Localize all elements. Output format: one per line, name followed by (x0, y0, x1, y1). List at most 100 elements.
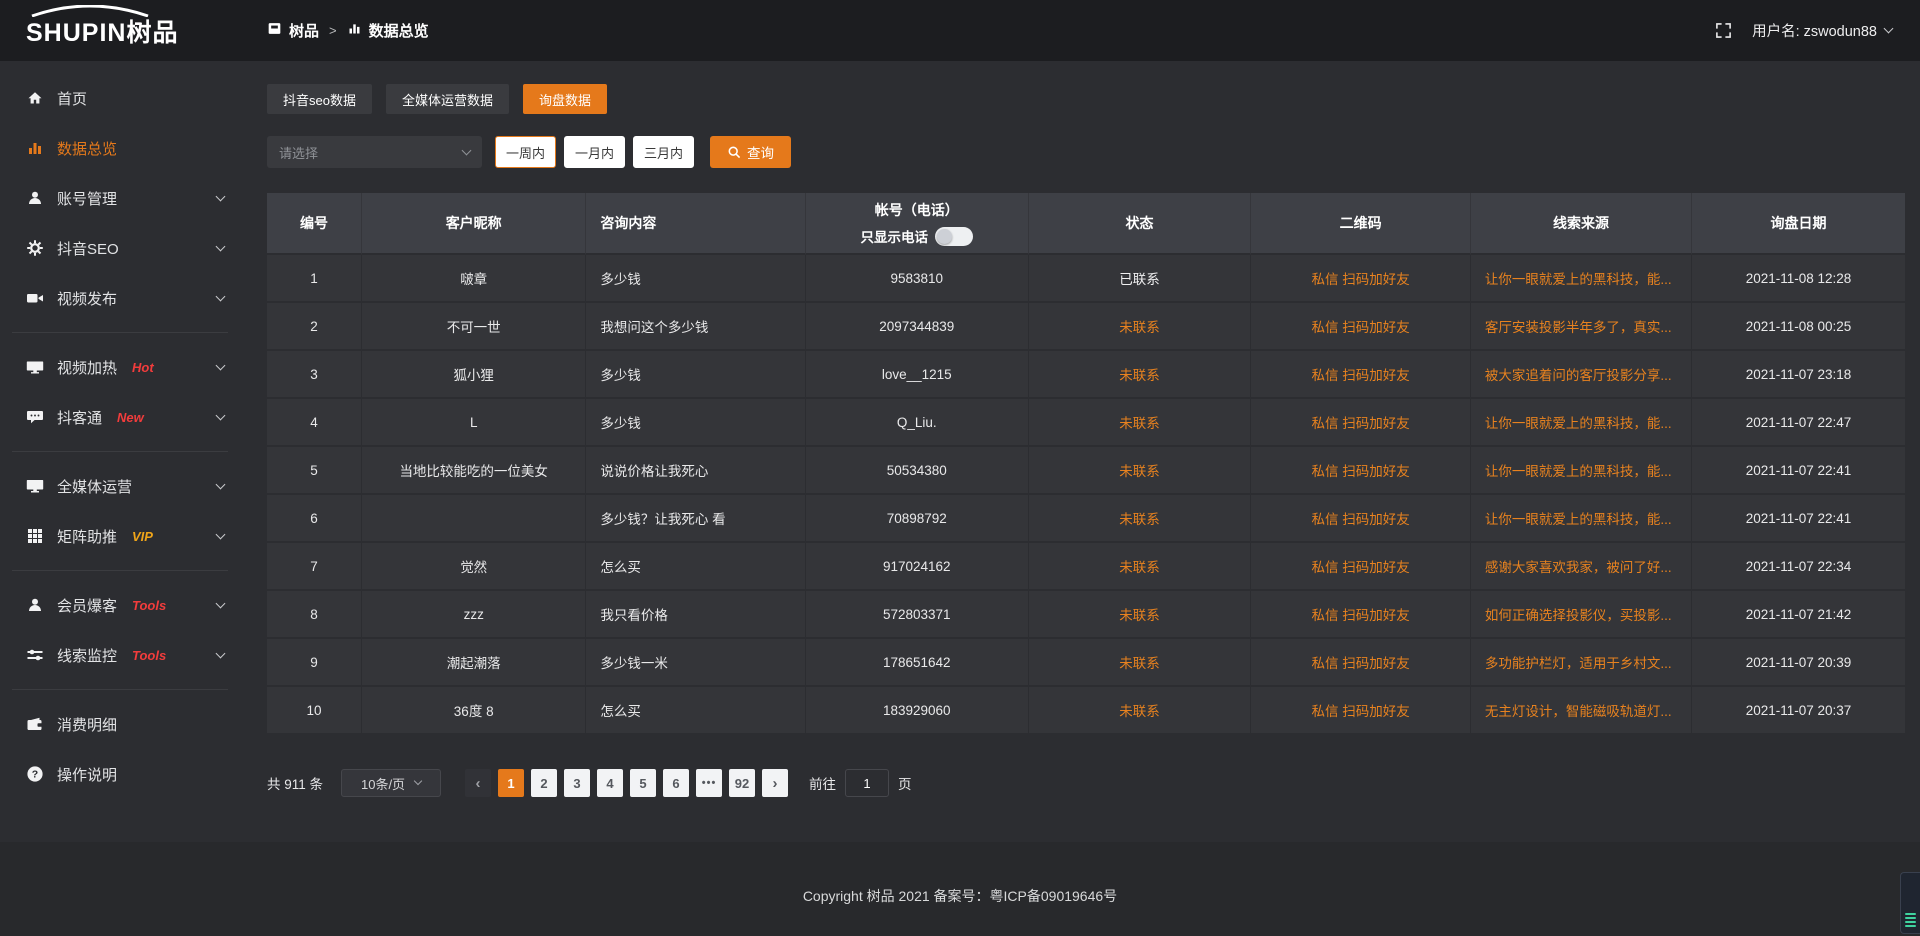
breadcrumb-root[interactable]: 树品 (289, 20, 319, 41)
tab[interactable]: 询盘数据 (523, 84, 607, 114)
source-link[interactable]: 让你一眼就爱上的黑科技，能... (1485, 512, 1672, 527)
sidebar-item[interactable]: 消费明细 (0, 699, 240, 749)
range-button[interactable]: 一月内 (564, 136, 625, 168)
cell-status: 未联系 (1029, 639, 1252, 687)
wallet-icon (26, 715, 44, 733)
monitor-icon (26, 477, 44, 495)
cell-date: 2021-11-07 21:42 (1692, 591, 1905, 639)
source-link[interactable]: 让你一眼就爱上的黑科技，能... (1485, 272, 1672, 287)
col-source: 线索来源 (1471, 193, 1692, 255)
cell-content: 多少钱？让我死心 看 (586, 495, 805, 543)
source-link[interactable]: 感谢大家喜欢我家，被问了好... (1485, 560, 1672, 575)
sidebar-item[interactable]: 视频发布 (0, 273, 240, 323)
qrcode-link[interactable]: 私信 扫码加好友 (1312, 272, 1410, 287)
cell-account: Q_Liu. (806, 399, 1029, 447)
monitor-play-icon (26, 358, 44, 376)
sidebar-divider (12, 570, 228, 571)
cell-nickname: 不可一世 (362, 303, 586, 351)
source-link[interactable]: 如何正确选择投影仪，买投影... (1485, 608, 1672, 623)
cell-source: 让你一眼就爱上的黑科技，能... (1471, 447, 1692, 495)
page-list: 123456 ••• 92 (498, 769, 762, 797)
table-row: 7觉然怎么买917024162未联系私信 扫码加好友感谢大家喜欢我家，被问了好.… (267, 543, 1905, 591)
main-content: 抖音seo数据全媒体运营数据询盘数据 请选择 一周内一月内三月内 查询 (240, 61, 1920, 842)
qrcode-link[interactable]: 私信 扫码加好友 (1312, 608, 1410, 623)
source-link[interactable]: 客厅安装投影半年多了，真实... (1485, 320, 1672, 335)
question-circle-icon: ? (26, 765, 44, 783)
qrcode-link[interactable]: 私信 扫码加好友 (1312, 512, 1410, 527)
breadcrumb-current: 数据总览 (369, 20, 429, 41)
phone-only-toggle[interactable] (935, 227, 973, 246)
table-row: 2不可一世我想问这个多少钱2097344839未联系私信 扫码加好友客厅安装投影… (267, 303, 1905, 351)
sidebar-item[interactable]: 矩阵助推VIP (0, 511, 240, 561)
range-button[interactable]: 一周内 (495, 136, 556, 168)
cell-nickname: 狐小狸 (362, 351, 586, 399)
gear-icon (26, 239, 44, 257)
cell-no: 9 (267, 639, 362, 687)
sidebar-item[interactable]: 首页 (0, 73, 240, 123)
qrcode-link[interactable]: 私信 扫码加好友 (1312, 416, 1410, 431)
sidebar-item[interactable]: ? 操作说明 (0, 749, 240, 799)
qrcode-link[interactable]: 私信 扫码加好友 (1312, 464, 1410, 479)
home-icon (26, 89, 44, 107)
col-status: 状态 (1029, 193, 1252, 255)
brand-logo: SHUPIN树品 (0, 0, 240, 61)
source-link[interactable]: 让你一眼就爱上的黑科技，能... (1485, 416, 1672, 431)
sidebar-item[interactable]: 抖客通New (0, 392, 240, 442)
page-number-button[interactable]: 2 (531, 769, 557, 797)
sidebar-item-label: 线索监控 (57, 645, 117, 666)
cell-content: 多少钱一米 (586, 639, 805, 687)
cell-account: love__1215 (806, 351, 1029, 399)
chevron-down-icon (462, 145, 472, 155)
qrcode-link[interactable]: 私信 扫码加好友 (1312, 704, 1410, 719)
page-number-button[interactable]: 5 (630, 769, 656, 797)
prev-page-button[interactable]: ‹ (465, 769, 491, 797)
cell-account: 50534380 (806, 447, 1029, 495)
source-link[interactable]: 被大家追着问的客厅投影分享... (1485, 368, 1672, 383)
page-number-button[interactable]: 92 (729, 769, 755, 797)
cell-content: 多少钱 (586, 399, 805, 447)
cell-date: 2021-11-07 20:39 (1692, 639, 1905, 687)
sidebar-divider (12, 451, 228, 452)
page-size-select[interactable]: 10条/页 (341, 769, 441, 797)
qrcode-link[interactable]: 私信 扫码加好友 (1312, 656, 1410, 671)
qrcode-link[interactable]: 私信 扫码加好友 (1312, 368, 1410, 383)
qrcode-link[interactable]: 私信 扫码加好友 (1312, 320, 1410, 335)
sidebar-item[interactable]: 会员爆客Tools (0, 580, 240, 630)
sidebar-item[interactable]: 账号管理 (0, 173, 240, 223)
goto-page-input[interactable] (845, 769, 889, 797)
source-link[interactable]: 无主灯设计，智能磁吸轨道灯... (1485, 704, 1672, 719)
sidebar-item[interactable]: 数据总览 (0, 123, 240, 173)
source-link[interactable]: 让你一眼就爱上的黑科技，能... (1485, 464, 1672, 479)
sidebar-item[interactable]: 抖音SEO (0, 223, 240, 273)
page-ellipsis-button[interactable]: ••• (696, 769, 722, 797)
page-number-button[interactable]: 3 (564, 769, 590, 797)
source-link[interactable]: 多功能护栏灯，适用于乡村文... (1485, 656, 1672, 671)
page-number-button[interactable]: 4 (597, 769, 623, 797)
range-button[interactable]: 三月内 (633, 136, 694, 168)
filter-select[interactable]: 请选择 (267, 136, 482, 168)
cell-no: 10 (267, 687, 362, 735)
cell-nickname: 当地比较能吃的一位美女 (362, 447, 586, 495)
page-number-button[interactable]: 6 (663, 769, 689, 797)
sidebar-item-label: 会员爆客 (57, 595, 117, 616)
user-menu[interactable]: 用户名: zswodun88 (1752, 20, 1892, 41)
sidebar-item-label: 操作说明 (57, 764, 117, 785)
topbar: SHUPIN树品 树品 > 数据总览 用户名: zswodun88 (0, 0, 1920, 61)
fullscreen-icon[interactable] (1715, 22, 1732, 39)
query-button[interactable]: 查询 (710, 136, 791, 168)
tab[interactable]: 全媒体运营数据 (386, 84, 509, 114)
col-nickname: 客户昵称 (362, 193, 586, 255)
sidebar-item[interactable]: 视频加热Hot (0, 342, 240, 392)
range-group: 一周内一月内三月内 (495, 136, 694, 168)
cell-date: 2021-11-08 12:28 (1692, 255, 1905, 303)
tab[interactable]: 抖音seo数据 (267, 84, 372, 114)
page-number-button[interactable]: 1 (498, 769, 524, 797)
cell-source: 客厅安装投影半年多了，真实... (1471, 303, 1692, 351)
cell-date: 2021-11-07 20:37 (1692, 687, 1905, 735)
next-page-button[interactable]: › (762, 769, 788, 797)
sidebar-item[interactable]: 线索监控Tools (0, 630, 240, 680)
floating-widget[interactable] (1900, 872, 1920, 934)
qrcode-link[interactable]: 私信 扫码加好友 (1312, 560, 1410, 575)
cell-status: 未联系 (1029, 447, 1252, 495)
sidebar-item[interactable]: 全媒体运营 (0, 461, 240, 511)
